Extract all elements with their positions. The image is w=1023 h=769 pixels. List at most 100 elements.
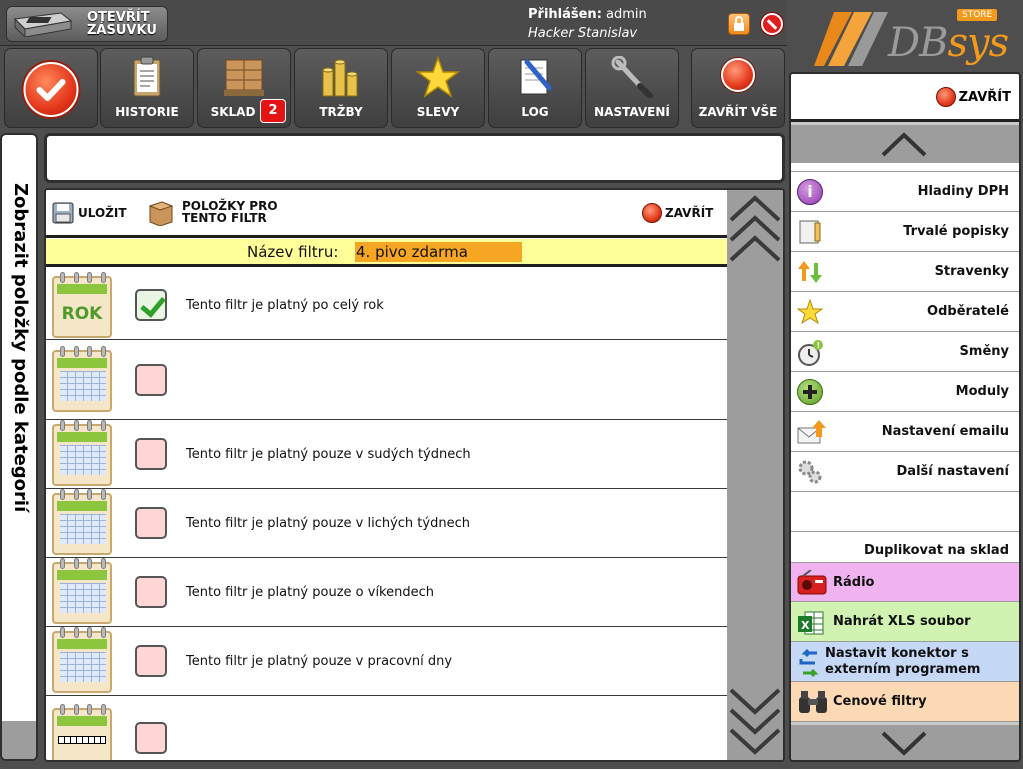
chevron-down-icon <box>881 731 927 756</box>
confirm-icon <box>23 62 79 117</box>
calendar-icon <box>52 420 112 486</box>
menu-item-label: Odběratelé <box>927 304 1009 319</box>
settings-panel: ZAVŘÍT i Hladiny DPH Trvalé popisky Stra… <box>789 72 1021 762</box>
filter-checkbox[interactable] <box>135 576 167 608</box>
filter-row-weekdays[interactable]: Tento filtr je platný pouze v pracovní d… <box>46 627 727 696</box>
description-text-area[interactable] <box>44 133 785 183</box>
menu-item-dalsi-nastaveni[interactable]: Další nastavení <box>791 452 1019 492</box>
calendar-year-icon: ROK <box>52 272 112 338</box>
filter-checkbox[interactable] <box>135 364 167 396</box>
filter-panel: ULOŽIT POLOŽKY PRO TENTO FILTR ZAVŘÍT Ná… <box>44 188 785 762</box>
coins-icon <box>319 56 363 101</box>
menu-item-nastaveni-emailu[interactable]: Nastavení emailu <box>791 412 1019 452</box>
logout-icon[interactable] <box>761 13 783 35</box>
settings-scroll-up[interactable] <box>791 125 1019 163</box>
toolbar-slevy-button[interactable]: SLEVY <box>391 48 485 128</box>
filter-row-dates[interactable] <box>46 340 727 420</box>
menu-item-label: Nastavit konektor s externím programem <box>825 646 981 677</box>
filter-checkbox[interactable] <box>135 645 167 677</box>
settings-close-button[interactable]: ZAVŘÍT <box>935 87 1011 107</box>
menu-item-odberatele[interactable]: Odběratelé <box>791 292 1019 332</box>
clock-icon: ! <box>797 339 823 366</box>
menu-item-trvale-popisky[interactable]: Trvalé popisky <box>791 212 1019 252</box>
settings-scroll-down[interactable] <box>791 725 1019 760</box>
toolbar-log-button[interactable]: LOG <box>488 48 582 128</box>
toolbar-trzby-button[interactable]: TRŽBY <box>294 48 388 128</box>
toolbar-label: LOG <box>521 105 549 119</box>
menu-item-smeny[interactable]: ! Směny <box>791 332 1019 372</box>
svg-text:!: ! <box>817 341 821 350</box>
scroll-up-icon[interactable] <box>729 194 781 272</box>
filter-name-input[interactable] <box>355 242 522 262</box>
menu-item-moduly[interactable]: Moduly <box>791 372 1019 412</box>
floppy-icon <box>52 202 74 224</box>
menu-item-label: Moduly <box>955 384 1009 399</box>
open-drawer-button[interactable]: OTEVŘÍT ZÁSUVKU <box>6 6 168 42</box>
logo-text: DBsys <box>888 20 1009 66</box>
toolbar-historie-button[interactable]: HISTORIE <box>100 48 194 128</box>
menu-item-nahrat-xls[interactable]: X Nahrát XLS soubor <box>791 602 1019 642</box>
logo-text-db: DB <box>888 20 948 66</box>
toolbar-close-all-button[interactable]: ZAVŘÍT VŠE <box>691 48 785 128</box>
menu-item-label: Duplikovat na sklad <box>864 543 1009 558</box>
close-filter-button[interactable]: ZAVŘÍT <box>642 203 713 223</box>
calendar-time-icon <box>52 704 112 760</box>
close-label: ZAVŘÍT <box>665 206 714 220</box>
filter-toolbar: ULOŽIT POLOŽKY PRO TENTO FILTR ZAVŘÍT <box>46 190 727 238</box>
filter-row-even-weeks[interactable]: Tento filtr je platný pouze v sudých týd… <box>46 420 727 489</box>
email-icon <box>797 419 826 445</box>
filter-checkbox[interactable] <box>135 289 167 321</box>
logo-icon <box>814 12 888 66</box>
calendar-icon <box>52 558 112 624</box>
login-fullname: Hacker Stanislav <box>528 26 638 41</box>
svg-text:X: X <box>801 619 810 632</box>
list-scrollbar[interactable] <box>727 190 783 760</box>
save-label: ULOŽIT <box>78 206 127 220</box>
filter-checkbox[interactable] <box>135 438 167 470</box>
connector-arrows-icon <box>797 648 823 678</box>
star-icon <box>796 298 824 325</box>
lock-icon[interactable] <box>728 13 750 35</box>
save-button[interactable]: ULOŽIT <box>52 202 127 224</box>
filter-items-button[interactable]: POLOŽKY PRO TENTO FILTR <box>148 198 282 226</box>
menu-item-cenove-filtry[interactable]: Cenové filtry <box>791 682 1019 722</box>
menu-item-konektor[interactable]: Nastavit konektor s externím programem <box>791 642 1019 682</box>
toolbar-sklad-button[interactable]: SKLAD 2 <box>197 48 291 128</box>
warehouse-boxes-icon <box>222 56 266 101</box>
filter-checkbox[interactable] <box>135 507 167 539</box>
login-user: admin <box>606 7 647 22</box>
toolbar-label: TRŽBY <box>319 105 363 119</box>
toolbar-label: ZAVŘÍT VŠE <box>698 105 778 119</box>
settings-close-row: ZAVŘÍT <box>791 74 1019 122</box>
filter-row-text: Tento filtr je platný po celý rok <box>186 298 384 313</box>
scroll-down-icon[interactable] <box>729 678 781 756</box>
filter-row-time[interactable] <box>46 696 727 760</box>
filter-row-odd-weeks[interactable]: Tento filtr je platný pouze v lichých tý… <box>46 489 727 558</box>
menu-item-label: Hladiny DPH <box>917 184 1009 199</box>
binoculars-icon <box>797 689 827 715</box>
history-clipboard-icon <box>130 56 164 101</box>
logo-text-sys: sys <box>947 20 1009 66</box>
filter-row-text: Tento filtr je platný pouze v pracovní d… <box>186 654 453 669</box>
filter-name-label: Název filtru: <box>247 243 339 261</box>
category-tab[interactable]: Zobrazit položky podle kategorií <box>0 133 38 761</box>
filter-row-year[interactable]: ROK Tento filtr je platný po celý rok <box>46 270 727 340</box>
menu-spacer <box>791 492 1019 532</box>
toolbar-nastaveni-button[interactable]: NASTAVENÍ <box>585 48 679 128</box>
filter-checkbox[interactable] <box>135 722 167 754</box>
close-all-icon <box>721 58 755 92</box>
menu-item-radio[interactable]: Rádio <box>791 562 1019 602</box>
menu-item-stravenky[interactable]: Stravenky <box>791 252 1019 292</box>
year-label: ROK <box>61 304 103 324</box>
menu-item-label: Nahrát XLS soubor <box>833 614 971 629</box>
confirm-button[interactable] <box>4 48 98 128</box>
plus-icon <box>797 379 823 405</box>
store-badge[interactable]: STORE <box>957 9 998 21</box>
calendar-icon <box>52 489 112 555</box>
arrows-icon <box>797 259 823 285</box>
login-info: Přihlášen: admin Hacker Stanislav <box>528 5 647 43</box>
menu-item-hladiny-dph[interactable]: i Hladiny DPH <box>791 172 1019 212</box>
login-label: Přihlášen: <box>528 7 602 22</box>
filter-row-weekends[interactable]: Tento filtr je platný pouze o víkendech <box>46 558 727 627</box>
open-drawer-label: OTEVŘÍT ZÁSUVKU <box>87 10 157 38</box>
